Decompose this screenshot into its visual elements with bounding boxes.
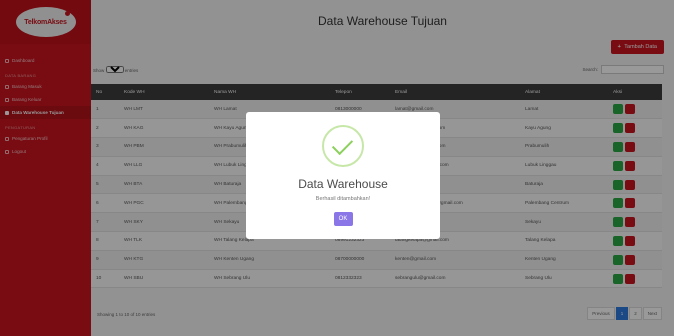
success-dialog: Data Warehouse Berhasil ditambahkan! OK bbox=[246, 112, 440, 239]
dialog-title: Data Warehouse bbox=[298, 177, 388, 191]
success-check-icon bbox=[322, 125, 364, 167]
app-window: TelkomAkses Dashboard DATA BARANG Barang… bbox=[0, 0, 674, 336]
dialog-message: Berhasil ditambahkan! bbox=[315, 196, 371, 202]
ok-button[interactable]: OK bbox=[333, 212, 353, 226]
